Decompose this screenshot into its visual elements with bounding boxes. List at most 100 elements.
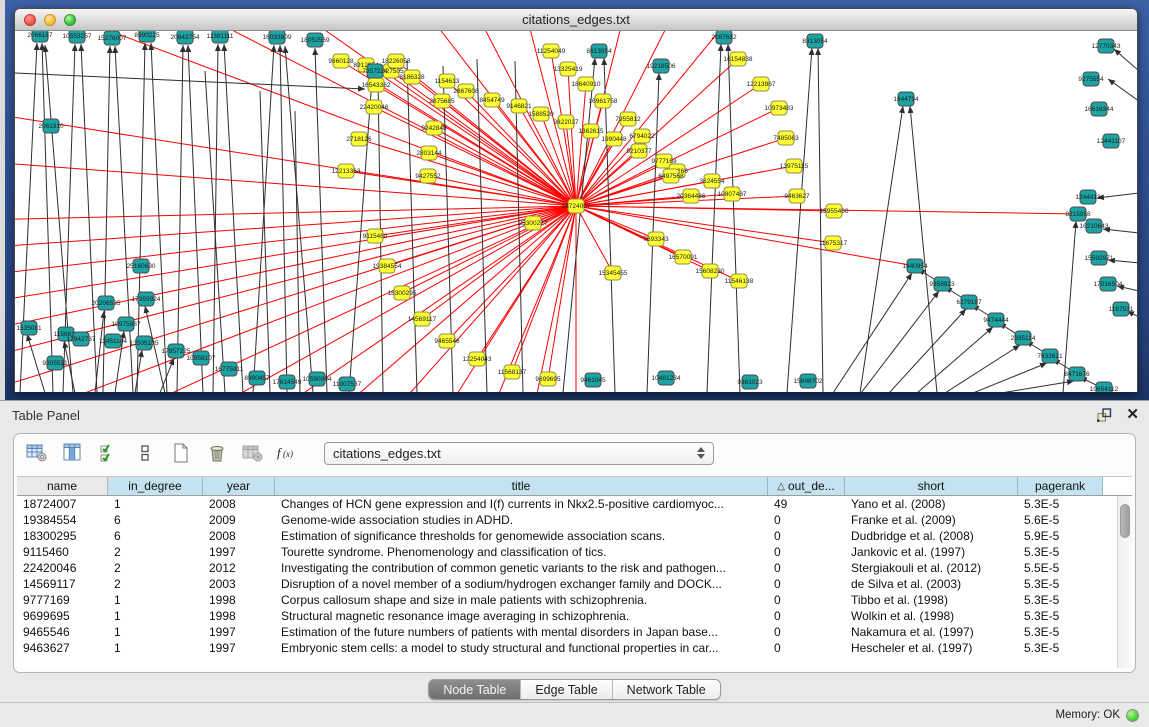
cell-title[interactable]: Estimation of significance thresholds fo… (275, 528, 768, 544)
citation-edge[interactable] (315, 48, 327, 392)
cell-in_degree[interactable]: 2 (108, 560, 203, 576)
cell-name[interactable]: 19384554 (17, 512, 108, 528)
citation-edge[interactable] (1114, 49, 1137, 71)
citation-edge-red[interactable] (548, 206, 576, 379)
cell-pagerank[interactable]: 5.3E-5 (1018, 576, 1103, 592)
cell-year[interactable]: 2008 (203, 496, 275, 512)
citation-edge-red[interactable] (15, 206, 576, 341)
cell-name[interactable]: 9463627 (17, 640, 108, 656)
citation-edge[interactable] (728, 44, 740, 392)
table-row[interactable]: 911546021997Tourette syndrome. Phenomeno… (17, 544, 1132, 560)
scrollbar-thumb[interactable] (1120, 504, 1130, 538)
graph-node[interactable]: 2061310 (38, 119, 64, 133)
citation-edge-red[interactable] (576, 206, 613, 273)
cell-title[interactable]: Changes of HCN gene expression and I(f) … (275, 496, 768, 512)
cell-year[interactable]: 2012 (203, 560, 275, 576)
citation-edge-red[interactable] (576, 206, 915, 266)
graph-node[interactable]: 9465546 (434, 334, 460, 348)
citation-edge[interactable] (1097, 193, 1137, 198)
graph-node[interactable]: 6279197 (956, 295, 982, 309)
cell-out_degree[interactable]: 0 (768, 640, 845, 656)
graph-node[interactable]: 19218506 (647, 59, 676, 73)
graph-node[interactable]: 12441107 (1097, 134, 1126, 148)
cell-in_degree[interactable]: 1 (108, 608, 203, 624)
graph-node[interactable]: 8471676 (1064, 367, 1090, 381)
table-row[interactable]: 1830029562008Estimation of significance … (17, 528, 1132, 544)
graph-node[interactable]: 16775911 (215, 362, 244, 376)
delete-column-button[interactable] (202, 439, 232, 467)
citation-edge[interactable] (224, 44, 243, 392)
graph-node[interactable]: 7485063 (773, 131, 799, 145)
graph-node[interactable]: 18640910 (572, 77, 601, 91)
table-settings-button[interactable] (22, 439, 52, 467)
graph-node[interactable]: 1154613 (435, 74, 460, 88)
graph-node[interactable]: 15276007 (98, 31, 127, 45)
cell-short[interactable]: Dudbridge et al. (2008) (845, 528, 1018, 544)
table-row[interactable]: 2242004622012Investigating the contribut… (17, 560, 1132, 576)
graph-node[interactable]: 1644794 (893, 92, 919, 106)
citation-edge-red[interactable] (576, 206, 656, 239)
cell-pagerank[interactable]: 5.3E-5 (1018, 544, 1103, 560)
graph-node[interactable]: 16543362 (362, 78, 391, 92)
cell-title[interactable]: Disruption of a novel member of a sodium… (275, 576, 768, 592)
cell-short[interactable]: Tibbo et al. (1998) (845, 592, 1018, 608)
cell-in_degree[interactable]: 1 (108, 496, 203, 512)
citation-edge[interactable] (1108, 79, 1137, 101)
cell-out_degree[interactable]: 0 (768, 544, 845, 560)
cell-pagerank[interactable]: 5.3E-5 (1018, 496, 1103, 512)
graph-node[interactable]: 14569117 (408, 312, 437, 326)
citation-edge[interactable] (917, 327, 993, 392)
cell-year[interactable]: 2003 (203, 576, 275, 592)
cell-title[interactable]: Tourette syndrome. Phenomenology and cla… (275, 544, 768, 560)
cell-name[interactable]: 18724007 (17, 496, 108, 512)
cell-title[interactable]: Estimation of the future numbers of pati… (275, 624, 768, 640)
graph-node[interactable]: 12213967 (747, 77, 776, 91)
graph-node[interactable]: 9115460 (363, 229, 388, 243)
citation-edge-red[interactable] (185, 31, 576, 206)
citation-edge-red[interactable] (374, 107, 576, 206)
cell-out_degree[interactable]: 49 (768, 496, 845, 512)
cell-short[interactable]: Jankovic et al. (1997) (845, 544, 1018, 560)
citation-edge[interactable] (889, 309, 966, 392)
function-builder-button[interactable]: f(x) (274, 439, 304, 467)
cell-name[interactable]: 9699695 (17, 608, 108, 624)
graph-node[interactable]: 18052569 (301, 33, 330, 47)
graph-node[interactable]: 20643754 (171, 31, 200, 44)
cell-in_degree[interactable]: 6 (108, 512, 203, 528)
citation-edge-red[interactable] (376, 85, 576, 206)
graph-node[interactable]: 1588520 (528, 107, 554, 121)
graph-node[interactable]: 16033809 (263, 31, 292, 44)
float-panel-icon[interactable] (1097, 408, 1112, 422)
column-header-year[interactable]: year (203, 477, 275, 495)
citation-edge[interactable] (95, 311, 104, 392)
memory-status-icon[interactable] (1126, 709, 1139, 722)
cell-short[interactable]: Wolkin et al. (1998) (845, 608, 1018, 624)
column-header-pagerank[interactable]: pagerank (1018, 477, 1103, 495)
cell-pagerank[interactable]: 5.6E-5 (1018, 512, 1103, 528)
tab-network-table[interactable]: Network Table (613, 680, 720, 699)
citation-edge-red[interactable] (15, 206, 576, 371)
graph-node[interactable]: 3624554 (699, 174, 725, 188)
cell-in_degree[interactable]: 6 (108, 528, 203, 544)
close-panel-icon[interactable]: ✕ (1126, 408, 1139, 422)
graph-node[interactable]: 7693343 (643, 232, 669, 246)
cell-name[interactable]: 18300295 (17, 528, 108, 544)
cell-out_degree[interactable]: 0 (768, 528, 845, 544)
network-view-window[interactable]: citations_edges.txt 18724007986012889129… (14, 8, 1138, 392)
close-window-icon[interactable] (24, 14, 36, 26)
graph-node[interactable]: 6794022 (629, 129, 655, 143)
graph-node[interactable]: 10481234 (652, 371, 681, 385)
cell-short[interactable]: Nakamura et al. (1997) (845, 624, 1018, 640)
citation-edge[interactable] (910, 106, 937, 392)
citation-edge[interactable] (860, 106, 903, 392)
cell-name[interactable]: 9465546 (17, 624, 108, 640)
column-header-out_degree[interactable]: △out_de... (768, 477, 845, 495)
cell-title[interactable]: Genome-wide association studies in ADHD. (275, 512, 768, 528)
graph-node[interactable]: 9275554 (1078, 72, 1104, 86)
citation-edge[interactable] (818, 48, 823, 392)
table-row[interactable]: 1456911722003Disruption of a novel membe… (17, 576, 1132, 592)
graph-node[interactable]: 20206535 (92, 296, 121, 310)
cell-year[interactable]: 1998 (203, 592, 275, 608)
citation-edge[interactable] (177, 45, 183, 392)
graph-node[interactable]: 17016504 (1094, 277, 1123, 291)
